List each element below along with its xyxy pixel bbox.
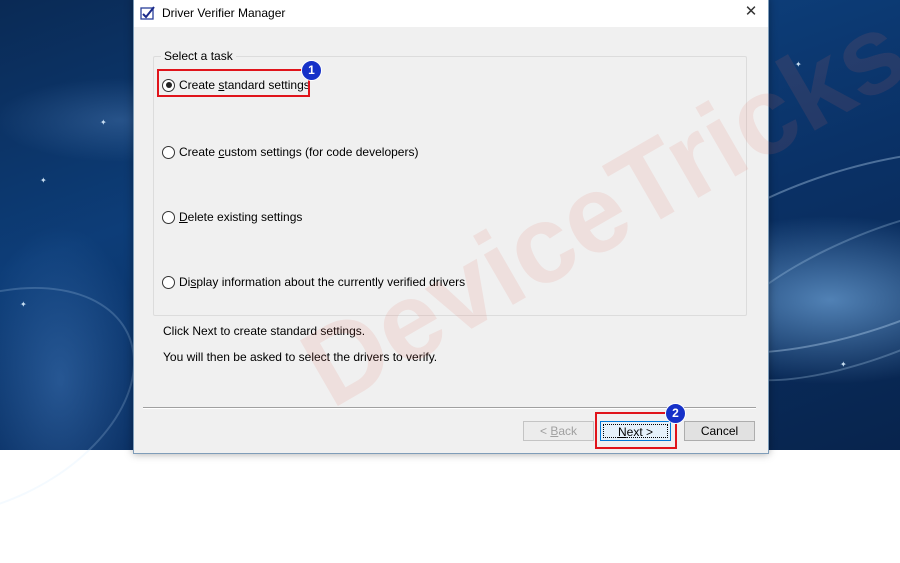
step-1-badge: 1 bbox=[301, 60, 322, 81]
option-label: Create custom settings (for code develop… bbox=[179, 145, 419, 159]
annotation-highlight-box bbox=[157, 69, 310, 97]
wallpaper-sparkle: ✦ bbox=[840, 360, 847, 369]
window-title: Driver Verifier Manager bbox=[162, 6, 286, 20]
title-bar[interactable]: Driver Verifier Manager ✕ bbox=[134, 0, 768, 27]
close-button[interactable]: ✕ bbox=[734, 0, 768, 27]
wallpaper-sparkle: ✦ bbox=[40, 176, 47, 185]
radio-indicator[interactable] bbox=[162, 145, 175, 159]
driver-verifier-window: Driver Verifier Manager ✕ Select a task … bbox=[133, 0, 900, 454]
checklist-app-icon bbox=[140, 6, 155, 20]
button-separator bbox=[143, 407, 756, 409]
radio-delete-existing-settings[interactable]: Delete existing settings bbox=[162, 208, 302, 226]
radio-indicator[interactable] bbox=[162, 275, 175, 289]
annotation-highlight-box bbox=[595, 412, 677, 449]
step-2-badge: 2 bbox=[665, 403, 686, 424]
task-group-label: Select a task bbox=[161, 49, 236, 63]
back-button[interactable]: < Back bbox=[523, 421, 594, 441]
radio-indicator[interactable] bbox=[162, 210, 175, 224]
option-label: Delete existing settings bbox=[179, 210, 303, 224]
wallpaper-sparkle: ✦ bbox=[100, 118, 107, 127]
radio-create-custom-settings[interactable]: Create custom settings (for code develop… bbox=[162, 143, 418, 161]
cancel-button[interactable]: Cancel bbox=[684, 421, 755, 441]
close-icon: ✕ bbox=[744, 3, 758, 20]
wallpaper-sparkle: ✦ bbox=[20, 300, 27, 309]
